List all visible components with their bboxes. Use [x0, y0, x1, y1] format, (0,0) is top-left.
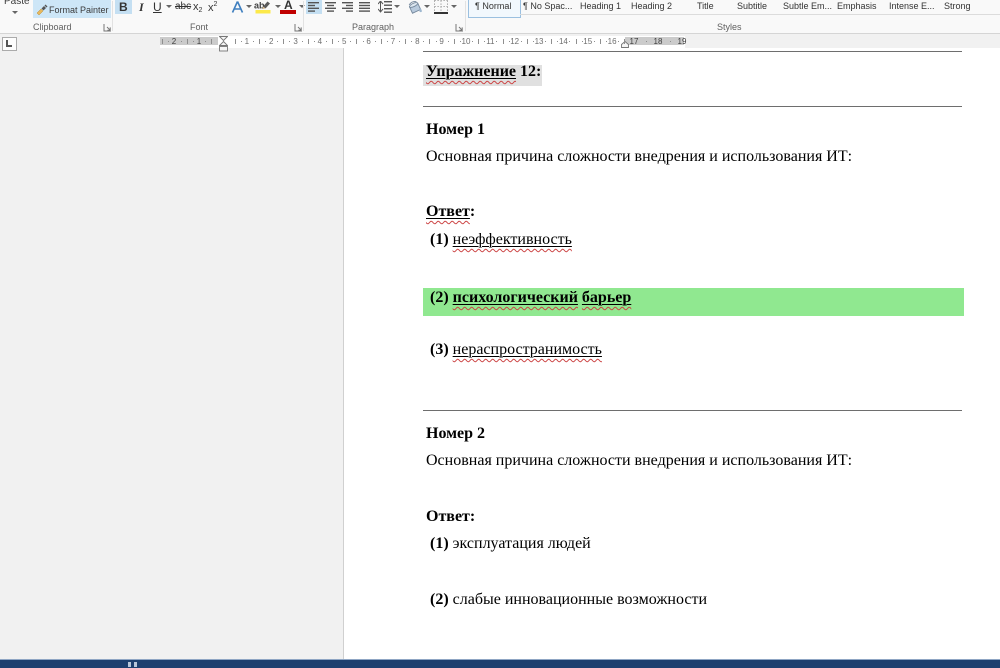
svg-text:ab: ab	[254, 1, 265, 11]
